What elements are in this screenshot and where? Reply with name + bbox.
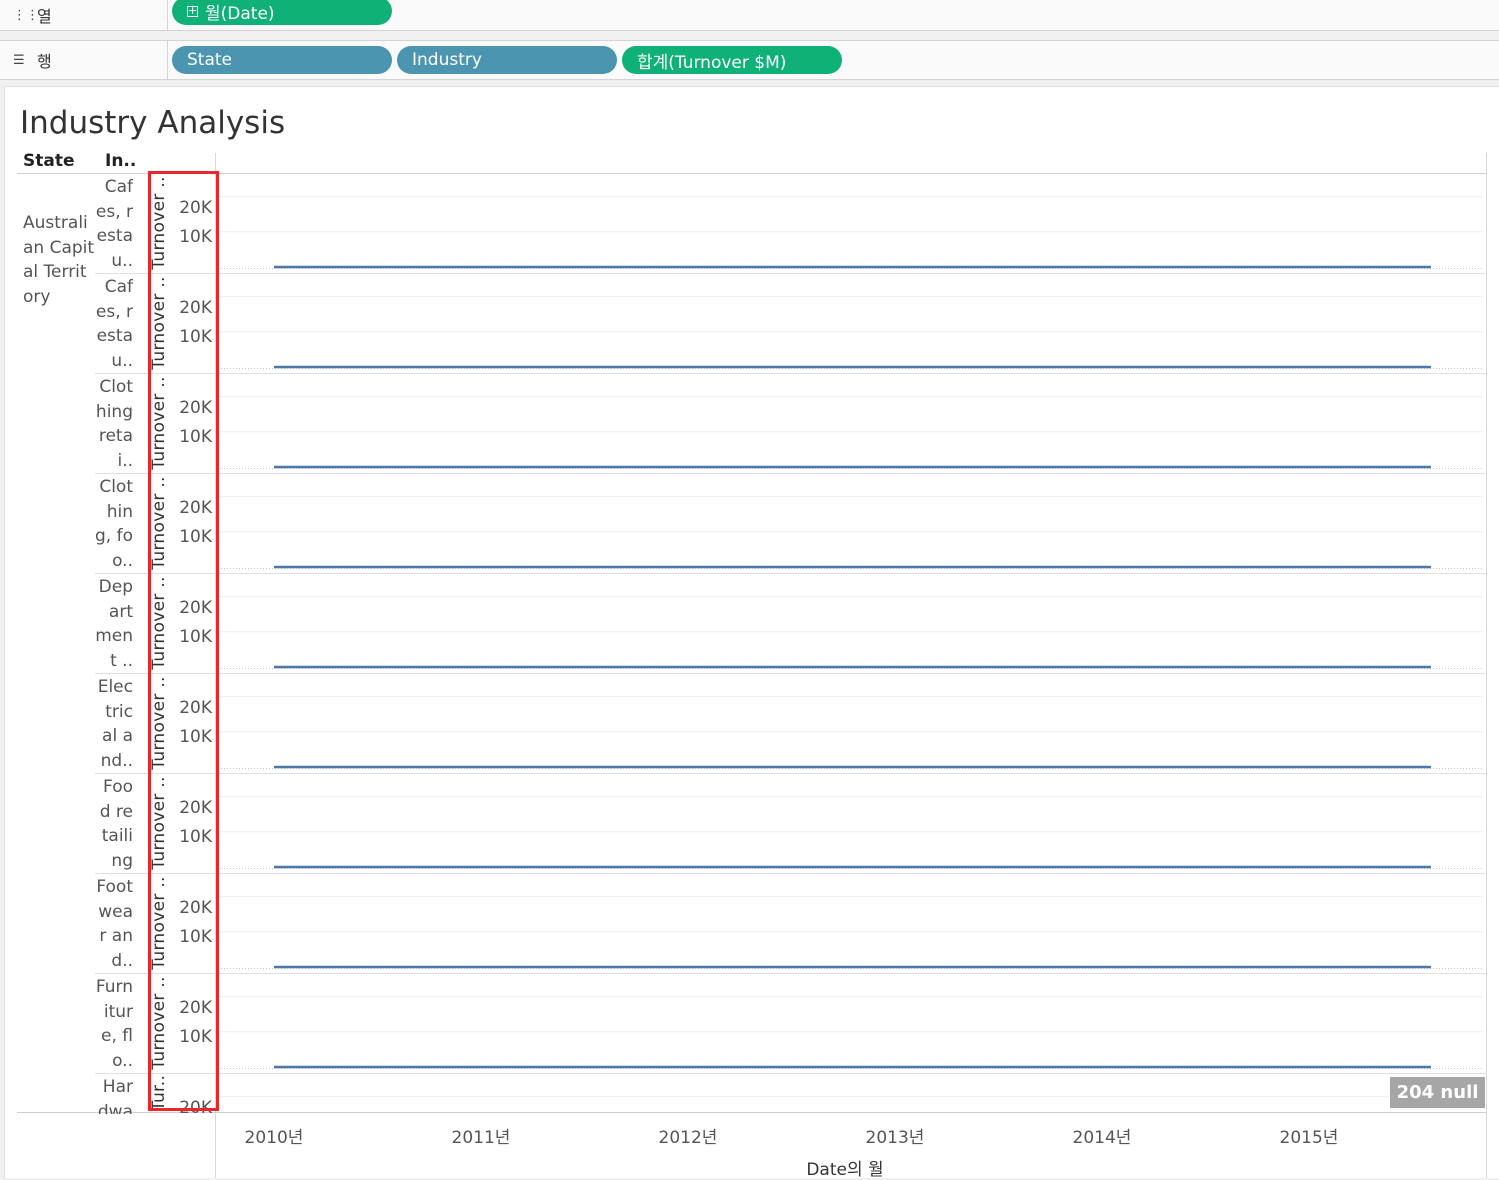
y-axis-title-text: Tur..	[149, 1074, 169, 1111]
expand-plus-icon[interactable]: +	[187, 5, 198, 17]
y-axis-tick-label: 20K	[179, 198, 212, 218]
y-axis-tick-label: 20K	[179, 298, 212, 318]
y-axis-tick-label: 10K	[179, 227, 212, 247]
y-axis-title[interactable]: Turnover ..	[147, 573, 171, 673]
y-axis-title-text: Turnover ..	[149, 376, 169, 470]
x-axis-year-label: 2014년	[1072, 1128, 1132, 1148]
null-indicator-badge[interactable]: 204 null	[1390, 1077, 1485, 1108]
x-axis-year-label: 2015년	[1279, 1128, 1339, 1148]
state-value-label[interactable]: Australian Capital Territory	[23, 211, 95, 309]
industry-label[interactable]: Food retailing	[95, 775, 133, 875]
y-axis-title[interactable]: Turnover ..	[147, 473, 171, 573]
x-axis-year-label: 2013년	[865, 1128, 925, 1148]
y-axis-tick-label: 10K	[179, 427, 212, 447]
state-pill-label: State	[187, 50, 232, 70]
label-row-divider	[95, 873, 219, 874]
y-axis-title-text: Turnover ..	[149, 776, 169, 870]
industry-label[interactable]: Furniture, flo..	[95, 975, 133, 1075]
label-row-divider	[95, 273, 219, 274]
industry-pill-label: Industry	[412, 50, 482, 70]
y-axis-title-text: Turnover ..	[149, 276, 169, 370]
label-row-divider	[95, 1073, 219, 1074]
label-row-divider	[95, 573, 219, 574]
rows-shelf-label: ☰ 행	[0, 41, 168, 79]
y-axis-title[interactable]: Turnover ..	[147, 273, 171, 373]
y-axis-title-text: Turnover ..	[149, 476, 169, 570]
y-axis-tick-label: 20K	[179, 398, 212, 418]
y-axis-tick-label: 10K	[179, 627, 212, 647]
columns-shelf: ⋮⋮ 열 + 월(Date)	[0, 0, 1499, 31]
y-axis-title-text: Turnover ..	[149, 576, 169, 670]
y-axis-tick-label: 10K	[179, 327, 212, 347]
y-axis-title-text: Turnover ..	[149, 976, 169, 1070]
industry-label[interactable]: Footwear and..	[95, 875, 133, 975]
y-axis-tick-label: 10K	[179, 1027, 212, 1047]
x-axis-year-label: 2011년	[451, 1128, 511, 1148]
y-axis-tick-label: 20K	[179, 1098, 212, 1118]
date-month-pill[interactable]: + 월(Date)	[172, 0, 392, 25]
rows-icon: ☰	[13, 52, 25, 68]
y-axis-title[interactable]: Turnover ..	[147, 673, 171, 773]
y-axis-tick-label: 20K	[179, 698, 212, 718]
industry-column-header[interactable]: In..	[105, 151, 136, 171]
line-chart	[216, 196, 1483, 1098]
y-axis-title-text: Turnover ..	[149, 176, 169, 270]
y-axis-title[interactable]: Turnover ..	[147, 773, 171, 873]
y-axis-tick-label: 20K	[179, 998, 212, 1018]
turnover-sum-pill[interactable]: 합계(Turnover $M)	[622, 46, 842, 74]
x-axis-year-label: 2010년	[244, 1128, 304, 1148]
y-axis-title[interactable]: Turnover ..	[147, 973, 171, 1073]
y-axis-tick-label: 20K	[179, 598, 212, 618]
columns-icon: ⋮⋮	[13, 7, 39, 23]
industry-label[interactable]: Cafes, restau..	[95, 175, 133, 275]
y-axis-tick-label: 10K	[179, 827, 212, 847]
y-axis-title[interactable]: Turnover ..	[147, 373, 171, 473]
industry-label[interactable]: Electrical and..	[95, 675, 133, 775]
industry-label[interactable]: Clothing, foo..	[95, 475, 133, 575]
rows-shelf: ☰ 행 State Industry 합계(Turnover $M)	[0, 40, 1499, 80]
industry-label[interactable]: Cafes, restau..	[95, 275, 133, 375]
sheet-title: Industry Analysis	[20, 105, 286, 141]
pane-right-border	[1486, 153, 1487, 1178]
turnover-sum-pill-label: 합계(Turnover $M)	[637, 52, 787, 73]
y-axis-title[interactable]: Turnover ..	[147, 173, 171, 273]
label-row-divider	[95, 373, 219, 374]
x-axis-title: Date의 월	[806, 1160, 884, 1180]
y-axis-tick-label: 10K	[179, 927, 212, 947]
y-axis-title[interactable]: Turnover ..	[147, 873, 171, 973]
industry-label[interactable]: Department ..	[95, 575, 133, 675]
industry-label[interactable]: Clothing retai..	[95, 375, 133, 475]
y-axis-tick-label: 20K	[179, 898, 212, 918]
x-axis-year-label: 2012년	[658, 1128, 718, 1148]
columns-shelf-label: ⋮⋮ 열	[0, 0, 168, 30]
y-axis-title-text: Turnover ..	[149, 676, 169, 770]
industry-pill[interactable]: Industry	[397, 46, 617, 74]
y-axis-tick-label: 20K	[179, 798, 212, 818]
industry-label[interactable]: Hardware..	[95, 1075, 133, 1114]
y-axis-tick-label: 20K	[179, 498, 212, 518]
label-row-divider	[95, 473, 219, 474]
y-axis-title-text: Turnover ..	[149, 876, 169, 970]
label-row-divider	[95, 973, 219, 974]
state-pill[interactable]: State	[172, 46, 392, 74]
worksheet-view: Industry Analysis State In.. Australian …	[4, 86, 1499, 1180]
columns-label: 열	[37, 7, 52, 26]
state-column-header[interactable]: State	[23, 151, 75, 171]
label-row-divider	[95, 773, 219, 774]
y-axis-tick-label: 10K	[179, 527, 212, 547]
rows-label: 행	[37, 52, 52, 71]
label-row-divider	[95, 673, 219, 674]
y-axis-tick-label: 10K	[179, 727, 212, 747]
date-month-pill-label: 월(Date)	[205, 3, 275, 24]
